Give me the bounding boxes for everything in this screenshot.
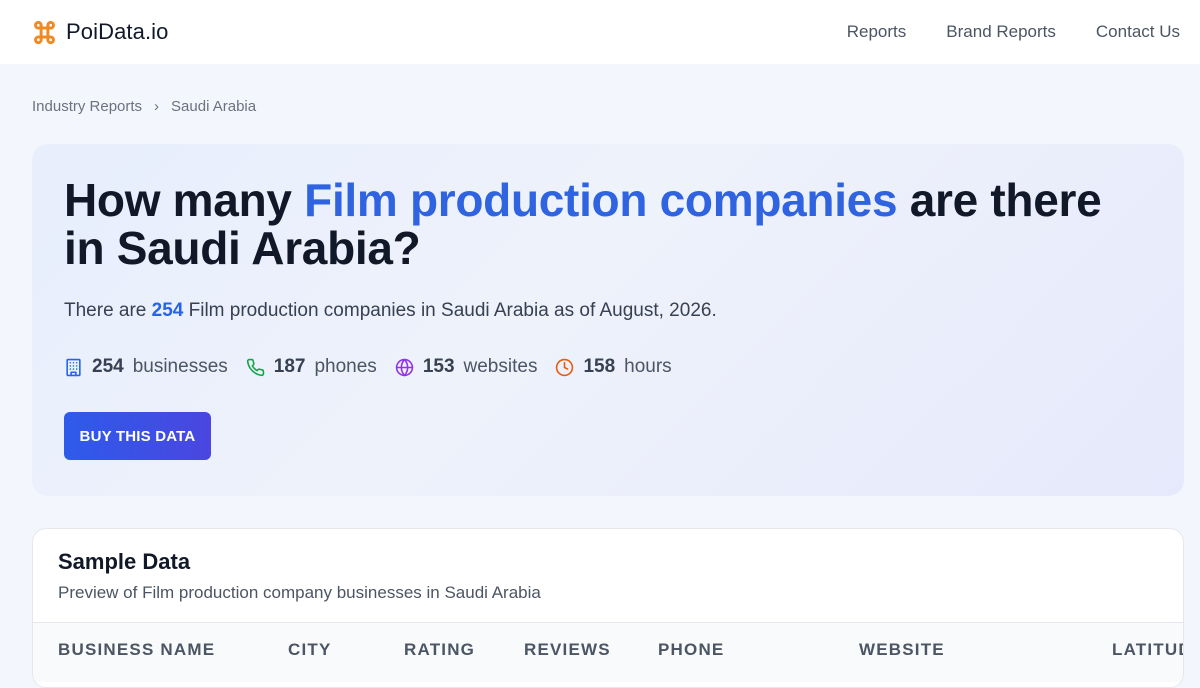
brand-name: PoiData.io xyxy=(66,19,169,44)
phone-icon xyxy=(246,358,265,377)
sample-data-card: Sample Data Preview of Film production c… xyxy=(32,528,1184,688)
nav-link-contact-us[interactable]: Contact Us xyxy=(1096,22,1180,42)
stats-row: 254 businesses 187 phones 153 websites 1… xyxy=(64,356,1152,378)
column-header-business-name[interactable]: BUSINESS NAME xyxy=(58,640,215,660)
building-icon xyxy=(64,358,83,377)
breadcrumb-industry-reports[interactable]: Industry Reports xyxy=(32,98,142,115)
breadcrumb-saudi-arabia[interactable]: Saudi Arabia xyxy=(171,98,256,115)
brand-logo-link[interactable]: PoiData.io xyxy=(31,19,169,46)
sample-data-title: Sample Data xyxy=(58,549,191,574)
breadcrumb: Industry Reports › Saudi Arabia xyxy=(32,98,256,115)
summary-suffix: Film production companies in Saudi Arabi… xyxy=(183,300,717,321)
stat-websites: 153 websites xyxy=(395,356,538,378)
stat-phones: 187 phones xyxy=(246,356,377,378)
stat-hours-value: 158 xyxy=(583,356,616,377)
buy-data-button[interactable]: BUY THIS DATA xyxy=(64,412,211,460)
column-header-phone[interactable]: PHONE xyxy=(658,640,724,660)
stat-phones-label: phones xyxy=(314,356,377,377)
clock-icon xyxy=(555,358,574,377)
stat-businesses-label: businesses xyxy=(132,356,228,377)
stat-businesses-value: 254 xyxy=(92,356,124,377)
column-header-reviews[interactable]: REVIEWS xyxy=(524,640,611,660)
stat-websites-label: websites xyxy=(463,356,538,377)
stat-businesses: 254 businesses xyxy=(64,356,228,378)
stat-hours: 158 hours xyxy=(555,356,672,378)
main-nav: Reports Brand Reports Contact Us xyxy=(847,22,1180,42)
summary-prefix: There are xyxy=(64,300,152,321)
chevron-right-icon: › xyxy=(154,98,160,115)
hero-card: How many Film production companies are t… xyxy=(32,144,1184,496)
column-header-website[interactable]: WEBSITE xyxy=(859,640,945,660)
title-industry: Film production companies xyxy=(304,174,898,226)
table-header-row: BUSINESS NAME CITY RATING REVIEWS PHONE … xyxy=(33,622,1183,682)
top-navbar: PoiData.io Reports Brand Reports Contact… xyxy=(0,0,1200,64)
page-title: How many Film production companies are t… xyxy=(64,176,1144,272)
hero-summary: There are 254 Film production companies … xyxy=(64,300,1152,322)
nav-link-reports[interactable]: Reports xyxy=(847,22,907,42)
globe-icon xyxy=(395,358,414,377)
summary-count: 254 xyxy=(151,300,184,321)
sample-data-description: Preview of Film production company busin… xyxy=(58,583,541,602)
stat-hours-label: hours xyxy=(624,356,672,377)
nav-link-brand-reports[interactable]: Brand Reports xyxy=(946,22,1056,42)
column-header-city[interactable]: CITY xyxy=(288,640,332,660)
sample-data-header: Sample Data Preview of Film production c… xyxy=(33,529,1183,622)
command-key-icon xyxy=(31,19,58,46)
stat-websites-value: 153 xyxy=(422,356,455,377)
column-header-latitude[interactable]: LATITUDE xyxy=(1112,640,1183,660)
title-prefix: How many xyxy=(64,174,305,226)
column-header-rating[interactable]: RATING xyxy=(404,640,475,660)
stat-phones-value: 187 xyxy=(273,356,306,377)
